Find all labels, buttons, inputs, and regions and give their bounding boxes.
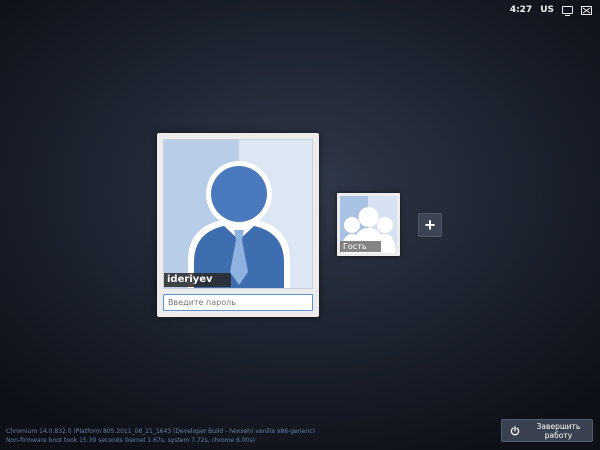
password-input[interactable] xyxy=(163,294,313,311)
version-info: Chromium 14.0.832.0 (Platform 805.2011_0… xyxy=(6,427,315,445)
monitor-icon[interactable] xyxy=(562,6,573,16)
status-tray[interactable]: 4:27 US xyxy=(510,2,592,18)
keyboard-layout-indicator[interactable]: US xyxy=(540,5,554,15)
user-name-label: ideriyev xyxy=(164,273,231,287)
network-icon[interactable] xyxy=(581,5,592,15)
guest-pod[interactable]: Гость xyxy=(337,193,400,256)
user-pod[interactable]: ideriyev xyxy=(157,133,319,317)
add-user-button[interactable]: + xyxy=(418,213,442,237)
clock[interactable]: 4:27 xyxy=(510,5,532,15)
boot-time-line: Non-firmware boot took 15.39 seconds (ke… xyxy=(6,437,255,444)
version-line: Chromium 14.0.832.0 (Platform 805.2011_0… xyxy=(6,428,315,435)
shutdown-label: Завершить работу xyxy=(536,421,581,440)
power-icon xyxy=(510,425,520,436)
user-silhouette-icon xyxy=(164,140,312,288)
shutdown-button[interactable]: Завершить работу xyxy=(501,419,593,442)
guest-label: Гость xyxy=(340,241,381,252)
user-avatar[interactable] xyxy=(163,139,313,289)
